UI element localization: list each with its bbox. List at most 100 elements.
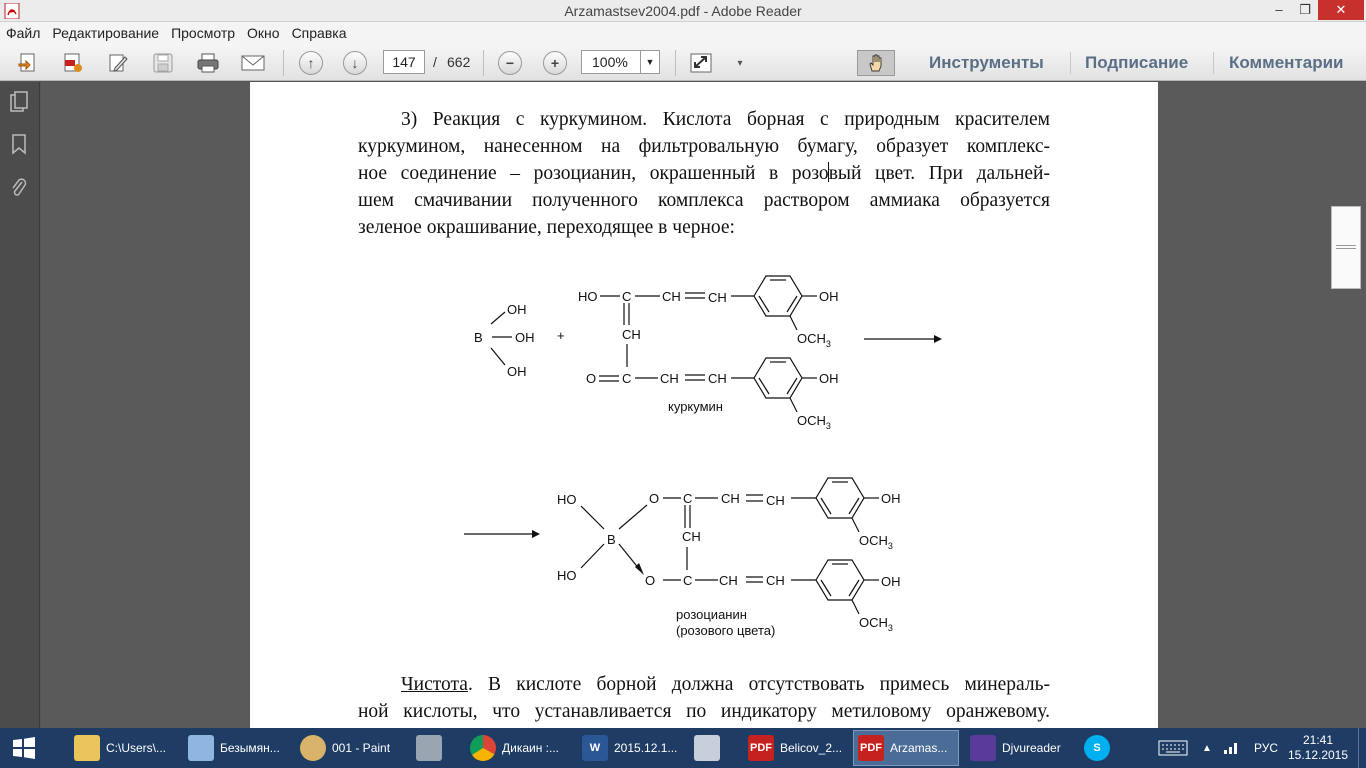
arrow-up-icon: ↑ bbox=[299, 51, 323, 75]
comments-link[interactable]: Комментарии bbox=[1229, 53, 1343, 73]
taskbar-item-skype[interactable]: S bbox=[1080, 730, 1124, 766]
zoom-out-button[interactable]: − bbox=[497, 50, 523, 76]
taskbar-item-label: C:\Users\... bbox=[106, 741, 167, 755]
toolbar-separator bbox=[675, 50, 676, 76]
atom-label: CH bbox=[719, 573, 738, 588]
taskbar-item-arzamastsev-pdf[interactable]: PDF Arzamas... bbox=[853, 730, 959, 766]
vertical-scrollbar-thumb[interactable] bbox=[1331, 206, 1361, 289]
atom-label: OCH3 bbox=[859, 533, 893, 551]
atom-label: OCH bbox=[797, 331, 826, 346]
atom-label: OH bbox=[515, 330, 535, 345]
taskbar-item-djvureader[interactable]: Djvureader bbox=[966, 730, 1074, 766]
network-icon[interactable] bbox=[1223, 728, 1239, 768]
atom-label: CH bbox=[622, 327, 641, 342]
previous-page-button[interactable]: ↑ bbox=[298, 50, 324, 76]
fit-page-button[interactable] bbox=[688, 50, 714, 76]
attachments-button[interactable] bbox=[8, 175, 30, 199]
tool-icon bbox=[694, 735, 720, 761]
chevron-down-icon: ▼ bbox=[645, 57, 655, 67]
rosocyanin-subcaption: (розового цвета) bbox=[676, 623, 775, 638]
chevron-up-icon: ▲ bbox=[1202, 742, 1212, 754]
toolbar: ↑ ↓ 147 / 662 − + 100% ▼ ▾ Инструменты П… bbox=[0, 44, 1366, 81]
menu-edit[interactable]: Редактирование bbox=[46, 22, 165, 43]
atom-label: HO bbox=[578, 289, 598, 304]
language-indicator[interactable]: РУС bbox=[1254, 728, 1278, 768]
atom-label: B bbox=[474, 330, 483, 345]
create-pdf-button[interactable] bbox=[15, 50, 41, 76]
restore-button[interactable]: ❐ bbox=[1292, 0, 1318, 20]
word-icon: W bbox=[582, 735, 608, 761]
print-icon bbox=[197, 53, 219, 73]
taskbar-item-chrome[interactable]: Дикаин :... bbox=[466, 730, 570, 766]
atom-label: OCH bbox=[859, 615, 888, 630]
atom-label: OCH3 bbox=[859, 615, 893, 633]
skype-icon: S bbox=[1084, 735, 1110, 761]
subscript: 3 bbox=[826, 339, 831, 349]
start-button[interactable] bbox=[0, 730, 48, 766]
clock[interactable]: 21:41 15.12.2015 bbox=[1288, 728, 1348, 768]
atom-label: OH bbox=[507, 364, 527, 379]
atom-label: CH bbox=[766, 573, 785, 588]
menu-file[interactable]: Файл bbox=[0, 22, 46, 43]
atom-label: OH bbox=[881, 574, 901, 589]
calculator-icon bbox=[416, 735, 442, 761]
atom-label: CH bbox=[662, 289, 681, 304]
windows-logo-icon bbox=[13, 737, 35, 759]
taskbar-item-word[interactable]: W 2015.12.1... bbox=[578, 730, 682, 766]
save-button[interactable] bbox=[150, 50, 176, 76]
atom-label: CH bbox=[708, 290, 727, 305]
taskbar-item-notepad[interactable]: Безымян... bbox=[184, 730, 288, 766]
menu-window[interactable]: Окно bbox=[241, 22, 286, 43]
atom-label: OCH bbox=[797, 413, 826, 428]
title-bar: Arzamastsev2004.pdf - Adobe Reader – ❐ ✕ bbox=[0, 0, 1366, 22]
pdf-icon: PDF bbox=[858, 735, 884, 761]
atom-label: O bbox=[649, 491, 659, 506]
show-hidden-icons-button[interactable]: ▲ bbox=[1202, 728, 1212, 768]
page-number-input[interactable]: 147 bbox=[383, 50, 425, 74]
purity-heading: Чистота bbox=[401, 674, 468, 695]
zoom-in-button[interactable]: + bbox=[542, 50, 568, 76]
taskbar-item-calculator[interactable] bbox=[412, 730, 456, 766]
subscript: 3 bbox=[826, 421, 831, 431]
atom-label: B bbox=[607, 532, 616, 547]
show-desktop-button[interactable] bbox=[1358, 728, 1366, 768]
minimize-button[interactable]: – bbox=[1266, 0, 1292, 20]
zoom-dropdown-button[interactable]: ▼ bbox=[640, 50, 660, 74]
taskbar-item-label: 2015.12.1... bbox=[614, 741, 678, 755]
tools-link[interactable]: Инструменты bbox=[929, 53, 1044, 73]
bookmarks-button[interactable] bbox=[8, 132, 30, 156]
atom-label: HO bbox=[557, 492, 577, 507]
subscript: 3 bbox=[888, 623, 893, 633]
more-tools-dropdown[interactable]: ▾ bbox=[730, 50, 750, 76]
notepad-icon bbox=[188, 735, 214, 761]
text-fragment: . В кислоте борной должна отсутствовать … bbox=[467, 674, 1050, 695]
keyboard-icon[interactable] bbox=[1158, 728, 1188, 768]
email-button[interactable] bbox=[240, 50, 266, 76]
print-button[interactable] bbox=[195, 50, 221, 76]
hand-tool-button[interactable] bbox=[857, 50, 895, 76]
menu-help[interactable]: Справка bbox=[286, 22, 353, 43]
taskbar-item-tool[interactable] bbox=[690, 730, 734, 766]
atom-label: CH bbox=[682, 529, 701, 544]
export-pdf-button[interactable] bbox=[60, 50, 86, 76]
page-thumbnails-button[interactable] bbox=[8, 90, 30, 114]
atom-label: HO bbox=[557, 568, 577, 583]
taskbar-item-label: Belicov_2... bbox=[780, 741, 843, 755]
sign-link[interactable]: Подписание bbox=[1085, 53, 1188, 73]
zoom-input[interactable]: 100% bbox=[581, 50, 641, 74]
taskbar-item-belicov-pdf[interactable]: PDF Belicov_2... bbox=[744, 730, 848, 766]
toolbar-separator bbox=[283, 50, 284, 76]
taskbar-item-paint[interactable]: 001 - Paint bbox=[296, 730, 406, 766]
chevron-down-icon: ▾ bbox=[737, 57, 743, 69]
next-page-button[interactable]: ↓ bbox=[342, 50, 368, 76]
taskbar-item-explorer[interactable]: C:\Users\... bbox=[70, 730, 180, 766]
edit-document-button[interactable] bbox=[105, 50, 131, 76]
atom-label: OCH bbox=[859, 533, 888, 548]
close-button[interactable]: ✕ bbox=[1318, 0, 1364, 20]
atom-label: C bbox=[622, 371, 631, 386]
menu-view[interactable]: Просмотр bbox=[165, 22, 241, 43]
create-pdf-icon bbox=[18, 53, 35, 72]
text-line: Чистота. В кислоте борной должна отсутст… bbox=[358, 671, 1050, 698]
atom-label: OH bbox=[819, 371, 839, 386]
atom-label: OH bbox=[819, 289, 839, 304]
